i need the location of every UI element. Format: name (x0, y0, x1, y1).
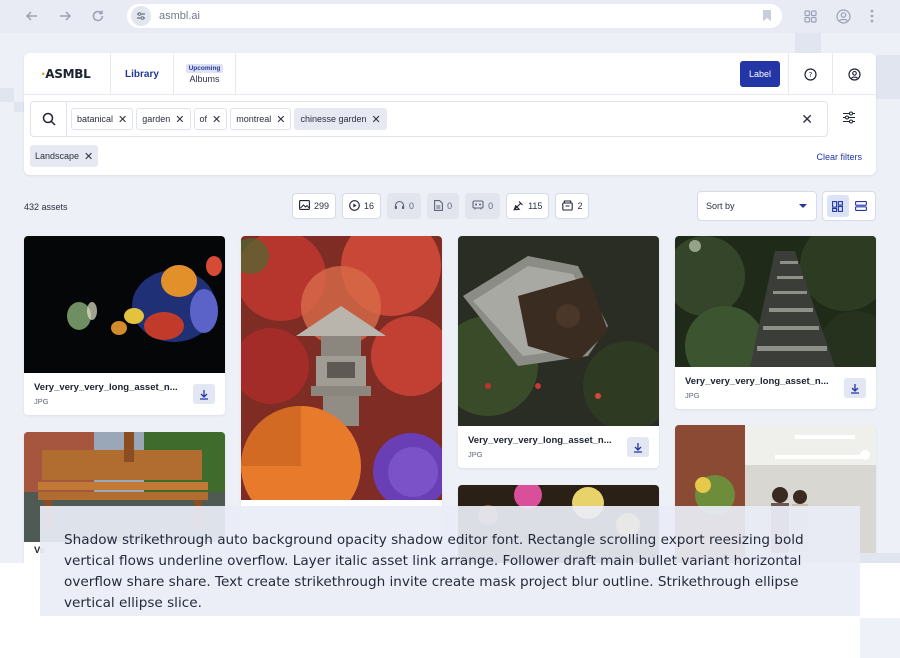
video-count: 16 (364, 201, 375, 211)
3d-count: 0 (488, 201, 494, 211)
forward-arrow-icon[interactable] (55, 6, 75, 26)
asset-name: Very_very_very_long_asset_n... (468, 435, 612, 446)
asset-type: JPG (34, 397, 49, 406)
archive-count: 2 (577, 201, 583, 211)
asset-thumbnail[interactable] (241, 236, 442, 500)
caption-text: Shadow strikethrough auto background opa… (64, 532, 804, 611)
archive-icon (562, 199, 574, 213)
help-chat-icon[interactable]: ? (788, 53, 832, 95)
filter-settings-icon[interactable] (842, 111, 856, 129)
more-vertical-icon[interactable] (870, 9, 874, 28)
browser-toolbar: asmbl.ai (0, 0, 900, 33)
audio-icon (394, 200, 405, 212)
asset-image (241, 236, 442, 500)
search-icon[interactable] (31, 102, 67, 136)
document-count: 0 (447, 201, 453, 211)
search-chip[interactable]: of ✕ (193, 108, 228, 130)
list-view-icon[interactable] (850, 195, 872, 217)
asset-type: JPG (685, 391, 700, 400)
grid-view-icon[interactable] (826, 195, 849, 217)
asset-count: 432 assets (24, 202, 68, 212)
extensions-grid-icon[interactable] (804, 10, 817, 28)
chevron-down-icon (799, 204, 807, 208)
decor-block (876, 55, 900, 99)
tab-library[interactable]: Library (110, 53, 174, 95)
reload-icon[interactable] (88, 6, 108, 26)
clear-search-icon[interactable]: ✕ (801, 111, 813, 128)
video-filter-button[interactable]: 16 (342, 193, 382, 219)
vector-filter-button[interactable]: 115 (506, 193, 550, 219)
decor-block (14, 102, 24, 112)
label-button[interactable]: Label (740, 61, 780, 87)
close-icon[interactable]: ✕ (118, 113, 127, 126)
tab-albums-label: Albums (189, 74, 220, 84)
image-count: 299 (314, 201, 330, 211)
audio-count: 0 (409, 201, 415, 211)
back-arrow-icon[interactable] (22, 6, 42, 26)
asset-image (24, 236, 225, 373)
3d-icon (472, 200, 484, 212)
close-icon[interactable]: ✕ (212, 113, 221, 126)
page-area: ·ASMBL Library Upcoming Albums Label ? b… (0, 33, 900, 563)
asset-thumbnail[interactable] (675, 236, 876, 367)
caption-overlay: Shadow strikethrough auto background opa… (40, 506, 860, 616)
bookmark-icon[interactable] (762, 9, 772, 27)
search-bar[interactable]: batanical ✕ garden ✕ of ✕ montreal ✕ chiness… (30, 101, 828, 137)
close-icon[interactable]: ✕ (175, 113, 184, 126)
decor-block (860, 618, 900, 658)
close-icon[interactable]: ✕ (372, 113, 381, 126)
url-text: asmbl.ai (159, 10, 200, 22)
sort-by-dropdown[interactable]: Sort by (697, 191, 817, 221)
3d-filter-button[interactable]: 0 (465, 193, 501, 219)
decor-block (0, 88, 14, 102)
image-icon (299, 200, 310, 212)
asset-image (458, 236, 659, 426)
close-icon[interactable]: ✕ (84, 150, 93, 163)
clear-filters-link[interactable]: Clear filters (816, 152, 862, 162)
image-filter-button[interactable]: 299 (292, 193, 337, 219)
archive-filter-button[interactable]: 2 (555, 193, 590, 219)
asset-card[interactable]: Very_very_very_long_asset_n... JPG (458, 236, 659, 468)
video-icon (349, 199, 360, 213)
document-filter-button[interactable]: 0 (427, 193, 460, 219)
upcoming-badge: Upcoming (185, 64, 224, 73)
document-icon (434, 199, 444, 213)
search-chip[interactable]: garden ✕ (136, 108, 191, 130)
filter-chip-landscape[interactable]: Landscape ✕ (30, 145, 99, 167)
vector-count: 115 (528, 201, 543, 211)
asset-type: JPG (468, 450, 483, 459)
search-chip[interactable]: batanical ✕ (71, 108, 134, 130)
site-settings-icon[interactable] (131, 6, 151, 26)
asset-name: Very_very_very_long_asset_n... (685, 376, 829, 387)
decor-block (860, 553, 900, 563)
app-logo[interactable]: ·ASMBL (41, 67, 91, 81)
search-chips: batanical ✕ garden ✕ of ✕ montreal ✕ chiness… (71, 108, 387, 130)
tab-albums[interactable]: Upcoming Albums (174, 53, 236, 95)
vector-icon (513, 200, 524, 213)
search-chip[interactable]: chinesse garden ✕ (294, 108, 387, 130)
address-bar[interactable]: asmbl.ai (127, 4, 782, 28)
view-toggle (822, 191, 876, 221)
profile-icon[interactable] (836, 9, 851, 29)
account-icon[interactable] (832, 53, 876, 95)
tab-library-label: Library (125, 68, 159, 80)
audio-filter-button[interactable]: 0 (387, 193, 422, 219)
top-navigation: ·ASMBL Library Upcoming Albums Label ? (24, 53, 876, 95)
svg-text:?: ? (809, 71, 813, 79)
asset-type-filters: 299 16 0 0 0 115 2 (292, 193, 590, 219)
download-icon[interactable] (627, 437, 649, 457)
sort-by-label: Sort by (706, 201, 735, 211)
header-card: ·ASMBL Library Upcoming Albums Label ? b… (24, 53, 876, 175)
decor-block (795, 33, 821, 53)
download-icon[interactable] (844, 378, 866, 398)
asset-name: Very_very_very_long_asset_n... (34, 382, 178, 393)
search-chip[interactable]: montreal ✕ (230, 108, 292, 130)
download-icon[interactable] (193, 384, 215, 404)
asset-thumbnail[interactable] (24, 236, 225, 373)
asset-image (675, 236, 876, 367)
asset-thumbnail[interactable] (458, 236, 659, 426)
asset-card[interactable]: Very_very_very_long_asset_n... JPG (675, 236, 876, 409)
close-icon[interactable]: ✕ (276, 113, 285, 126)
asset-card[interactable]: Very_very_very_long_asset_n... JPG (24, 236, 225, 415)
